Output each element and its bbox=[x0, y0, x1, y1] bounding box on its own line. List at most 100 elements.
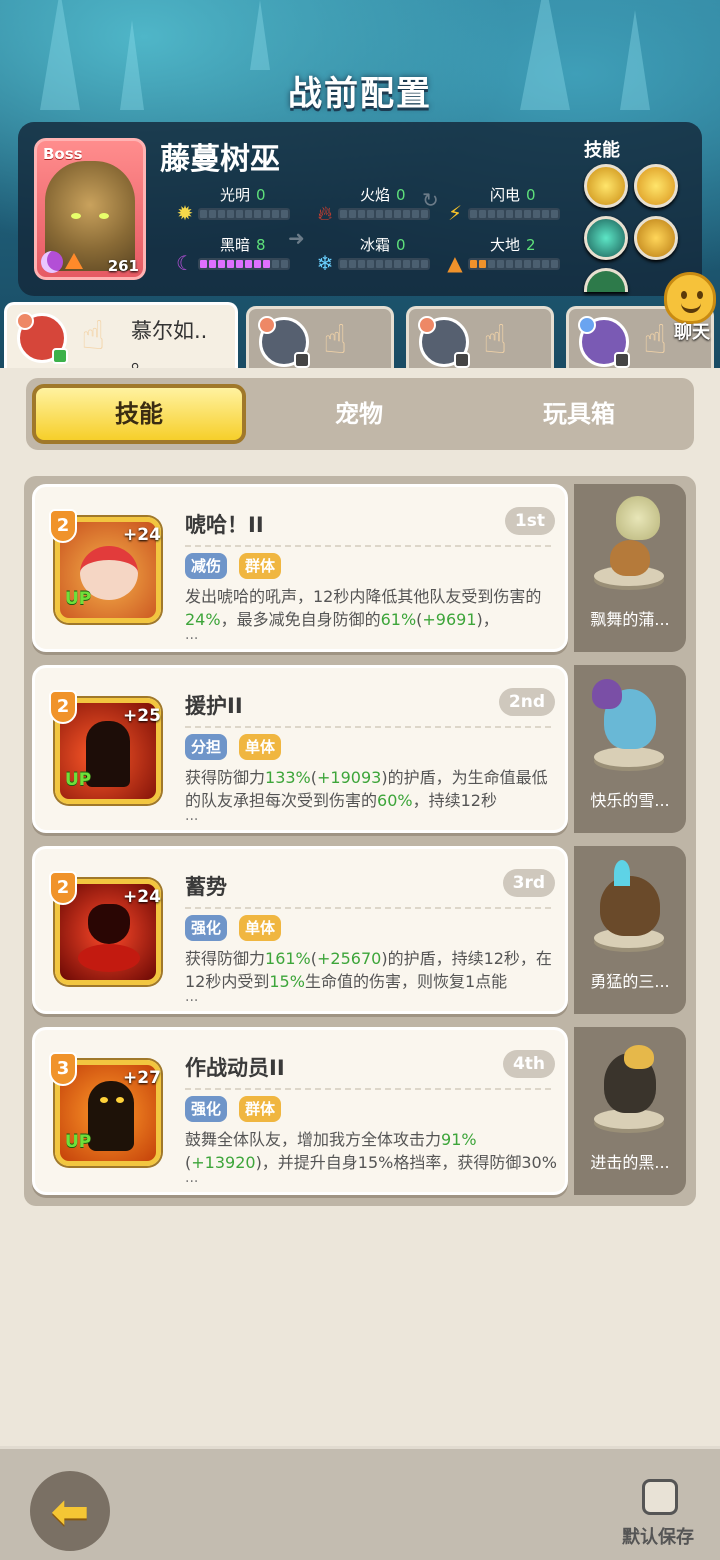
pet-card[interactable]: 勇猛的三... bbox=[574, 846, 686, 1014]
element-bar-segment bbox=[524, 210, 531, 218]
element-bar-segment bbox=[367, 260, 374, 268]
element-bar-segment bbox=[385, 260, 392, 268]
element-bar-segment bbox=[479, 260, 486, 268]
team-slot-name: 慕尔如..。 bbox=[131, 319, 208, 373]
pet-name: 快乐的雪... bbox=[590, 791, 670, 810]
element-bar-segment bbox=[533, 210, 540, 218]
boss-level: 261 bbox=[107, 257, 139, 275]
default-save-checkbox[interactable] bbox=[642, 1479, 678, 1515]
back-button[interactable]: ⬅ bbox=[30, 1471, 110, 1551]
element-bar-segment bbox=[533, 260, 540, 268]
skill-level-badge: 3 bbox=[49, 1052, 77, 1086]
pet-card[interactable]: 快乐的雪... bbox=[574, 665, 686, 833]
skill-title: 唬哈！II bbox=[185, 513, 264, 537]
element-light: ✹ 光明 0 bbox=[177, 184, 334, 230]
avatar bbox=[418, 316, 470, 368]
element-bar-segment bbox=[470, 210, 477, 218]
skill-card[interactable]: 3 +27 UP 作战动员II 4th 强化 群体 鼓舞全体队友，增加我方全体攻… bbox=[32, 1027, 568, 1195]
element-bar-segment bbox=[340, 210, 347, 218]
element-bar-segment bbox=[551, 260, 558, 268]
skill-level-badge: 2 bbox=[49, 871, 77, 905]
boss-tag: Boss bbox=[43, 145, 83, 163]
element-bar bbox=[338, 208, 430, 220]
element-bar-segment bbox=[515, 260, 522, 268]
element-bar bbox=[468, 258, 560, 270]
element-bar-segment bbox=[479, 210, 486, 218]
skill-title: 作战动员II bbox=[185, 1056, 285, 1080]
avatar bbox=[578, 316, 630, 368]
skill-bonus: +27 bbox=[123, 1068, 161, 1088]
boss-skill-orb-1[interactable] bbox=[584, 164, 628, 208]
boss-portrait-card[interactable]: Boss 261 bbox=[34, 138, 146, 280]
pet-name: 进击的黑... bbox=[590, 1153, 670, 1172]
tap-hand-icon: ☝ bbox=[483, 317, 508, 363]
skill-tag: 减伤 bbox=[185, 553, 228, 579]
skill-list: 2 +24 UP 唬哈！II 1st 减伤 群体 发出唬哈的吼声，12秒内降低其… bbox=[24, 476, 696, 1206]
flame-icon: 🔥︎ bbox=[317, 201, 333, 225]
element-bar-segment bbox=[470, 260, 477, 268]
element-bar-segment bbox=[218, 260, 225, 268]
smiley-icon bbox=[664, 272, 716, 324]
triceratops-pet-icon bbox=[600, 876, 660, 936]
skill-rank: 1st bbox=[504, 507, 555, 535]
team-row: ☝ 慕尔如..。 ☝ ☝ ☝ bbox=[0, 302, 720, 373]
skill-description: 鼓舞全体队友，增加我方全体攻击力91%(+13920)，并提升自身15%格挡率，… bbox=[185, 1130, 557, 1172]
skill-bonus: +24 bbox=[123, 887, 161, 907]
tap-hand-icon: ☝ bbox=[81, 313, 106, 359]
element-bar-segment bbox=[209, 260, 216, 268]
element-bar-segment bbox=[272, 260, 279, 268]
element-bar-segment bbox=[209, 210, 216, 218]
divider bbox=[185, 726, 551, 728]
element-bar-segment bbox=[245, 260, 252, 268]
element-bar-segment bbox=[236, 210, 243, 218]
back-arrow-icon: ⬅ bbox=[50, 1484, 90, 1538]
boss-skill-orb-2[interactable] bbox=[634, 164, 678, 208]
element-bar-segment bbox=[358, 260, 365, 268]
element-bar-segment bbox=[200, 260, 207, 268]
bottom-bar: ⬅ 默认保存 bbox=[0, 1446, 720, 1560]
element-bar-segment bbox=[394, 260, 401, 268]
element-bar-segment bbox=[412, 260, 419, 268]
mountain-icon: ▲ bbox=[447, 251, 463, 275]
team-slot-3[interactable]: ☝ bbox=[406, 306, 554, 370]
skill-card[interactable]: 2 +24 UP 唬哈！II 1st 减伤 群体 发出唬哈的吼声，12秒内降低其… bbox=[32, 484, 568, 652]
skill-title: 蓄势 bbox=[185, 875, 227, 899]
divider bbox=[185, 907, 551, 909]
skill-tag: 强化 bbox=[185, 915, 228, 941]
more-ellipsis: ... bbox=[185, 989, 199, 1005]
chat-button[interactable]: 聊天 bbox=[652, 272, 716, 343]
skill-card[interactable]: 2 +25 UP 援护II 2nd 分担 单体 获得防御力133%(+19093… bbox=[32, 665, 568, 833]
more-ellipsis: ... bbox=[185, 627, 199, 643]
dandelion-pet-icon bbox=[616, 496, 660, 540]
skill-tag: 群体 bbox=[239, 1096, 282, 1122]
skill-card[interactable]: 2 +24 蓄势 3rd 强化 单体 获得防御力161%(+25670)的护盾，… bbox=[32, 846, 568, 1014]
upgrade-indicator: UP bbox=[65, 770, 92, 790]
skill-rank: 4th bbox=[502, 1050, 555, 1078]
element-bar-segment bbox=[376, 210, 383, 218]
tab-pets[interactable]: 宠物 bbox=[252, 384, 466, 444]
element-bar-segment bbox=[281, 210, 288, 218]
element-bar-segment bbox=[227, 210, 234, 218]
pet-card[interactable]: 飘舞的蒲... bbox=[574, 484, 686, 652]
skill-rank: 2nd bbox=[498, 688, 555, 716]
more-ellipsis: ... bbox=[185, 808, 199, 824]
element-bar-segment bbox=[349, 210, 356, 218]
pet-card[interactable]: 进击的黑... bbox=[574, 1027, 686, 1195]
skill-bonus: +25 bbox=[123, 706, 161, 726]
team-slot-1[interactable]: ☝ 慕尔如..。 bbox=[4, 302, 238, 373]
skill-tag: 强化 bbox=[185, 1096, 228, 1122]
tab-skills[interactable]: 技能 bbox=[32, 384, 246, 444]
skill-level-badge: 2 bbox=[49, 690, 77, 724]
team-slot-2[interactable]: ☝ bbox=[246, 306, 394, 370]
sun-icon: ✹ bbox=[176, 201, 194, 225]
tab-toybox[interactable]: 玩具箱 bbox=[472, 384, 686, 444]
skill-title: 援护II bbox=[185, 694, 243, 718]
element-bar-segment bbox=[542, 260, 549, 268]
boss-skills-label: 技能 bbox=[584, 140, 620, 161]
element-bar-segment bbox=[488, 260, 495, 268]
boss-skill-orb-4[interactable] bbox=[634, 216, 678, 260]
boss-skill-orb-3[interactable] bbox=[584, 216, 628, 260]
element-bar-segment bbox=[263, 210, 270, 218]
element-bar-segment bbox=[403, 260, 410, 268]
avatar bbox=[258, 316, 310, 368]
